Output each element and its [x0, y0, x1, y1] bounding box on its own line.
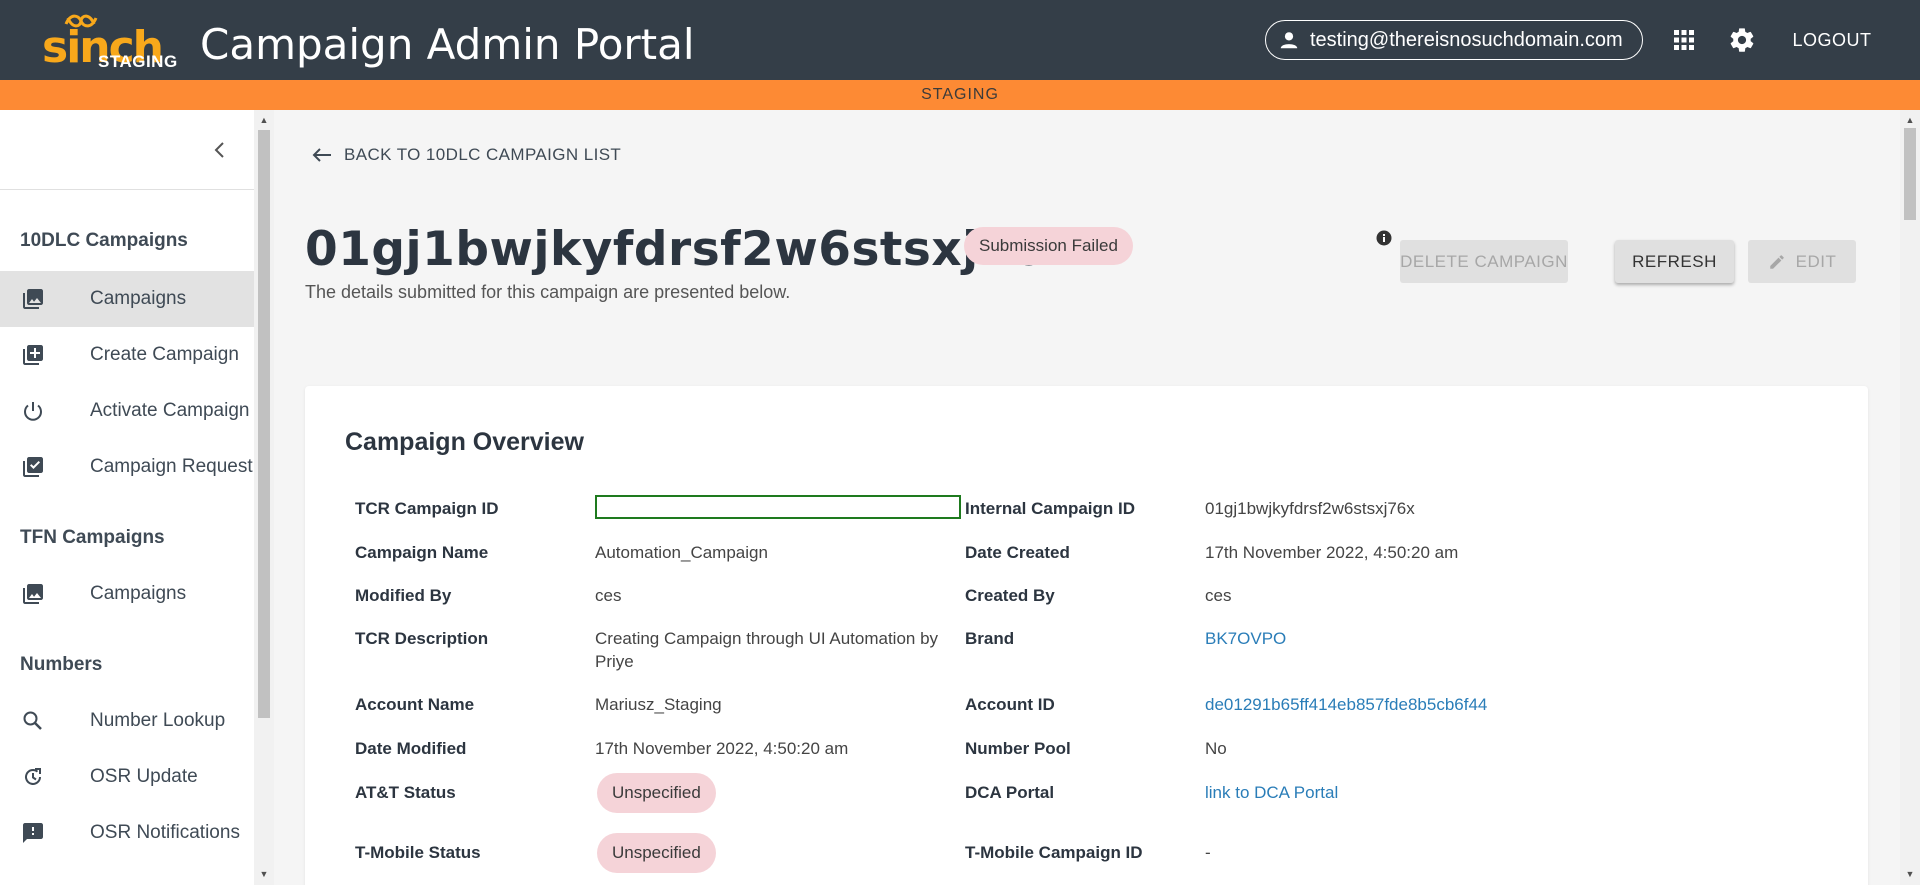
field-label-number-pool: Number Pool: [965, 739, 1071, 758]
sidebar-item-10dlc-campaigns[interactable]: Campaigns: [0, 271, 254, 327]
user-account-chip[interactable]: testing@thereisnosuchdomain.com: [1265, 20, 1643, 60]
campaign-overview-card: Campaign Overview TCR Campaign ID Campai…: [305, 386, 1868, 885]
sidebar-item-label: Campaigns: [90, 583, 187, 604]
campaign-name-value: Automation_Campaign: [595, 543, 768, 562]
sidebar-item-label: Create Campaign: [90, 344, 239, 365]
feedback-icon: [20, 820, 46, 846]
att-status-badge: Unspecified: [597, 773, 716, 813]
section-tfn-campaigns: TFN Campaigns: [20, 527, 165, 548]
field-label-account-name: Account Name: [355, 695, 475, 714]
environment-banner: STAGING: [0, 80, 1920, 110]
photo-library-icon: [20, 286, 46, 312]
account-name-value: Mariusz_Staging: [595, 695, 722, 714]
section-numbers: Numbers: [20, 654, 103, 675]
number-pool-value: No: [1205, 739, 1227, 758]
sidebar-item-activate-campaign[interactable]: Activate Campaign: [0, 383, 254, 439]
pencil-icon: [1769, 254, 1784, 269]
person-icon: [1280, 32, 1298, 49]
edit-button-label: EDIT: [1795, 251, 1837, 271]
sidebar-item-campaign-request[interactable]: Campaign Request: [0, 439, 254, 495]
field-label-internal-campaign-id: Internal Campaign ID: [965, 499, 1136, 518]
logout-button[interactable]: LOGOUT: [1774, 20, 1890, 60]
field-label-tcr-campaign-id: TCR Campaign ID: [355, 499, 499, 518]
field-label-modified-by: Modified By: [355, 586, 452, 605]
field-label-created-by: Created By: [965, 586, 1055, 605]
sidebar-item-number-lookup[interactable]: Number Lookup: [0, 693, 254, 749]
photo-library-icon: [20, 581, 46, 607]
library-check-icon: [20, 454, 46, 480]
logo-env-label: STAGING: [98, 52, 178, 71]
sinch-logo[interactable]: sinch STAGING: [42, 10, 182, 74]
sidebar-scrollbar[interactable]: ▲ ▼: [254, 110, 274, 885]
sidebar-item-tfn-campaigns[interactable]: Campaigns: [0, 566, 254, 622]
sidebar-item-label: OSR Notifications: [90, 822, 240, 843]
tcr-description-value: Creating Campaign through UI Automation …: [595, 629, 939, 671]
field-label-att-status: AT&T Status: [355, 783, 456, 802]
user-email: testing@thereisnosuchdomain.com: [1310, 28, 1623, 51]
account-id-link[interactable]: de01291b65ff414eb857fde8b5cb6f44: [1205, 695, 1487, 715]
created-by-value: ces: [1205, 586, 1232, 605]
arrow-back-icon: [312, 148, 331, 162]
app-header: sinch STAGING Campaign Admin Portal test…: [0, 0, 1920, 80]
sidebar-item-osr-notifications[interactable]: OSR Notifications: [0, 805, 254, 861]
page-subtitle: The details submitted for this campaign …: [305, 282, 791, 302]
brand-link[interactable]: BK7OVPO: [1205, 629, 1286, 649]
main-content: BACK TO 10DLC CAMPAIGN LIST 01gj1bwjkyfd…: [274, 110, 1900, 885]
date-modified-value: 17th November 2022, 4:50:20 am: [595, 739, 849, 758]
sidebar-item-label: OSR Update: [90, 766, 198, 787]
sidebar-item-label: Number Lookup: [90, 710, 226, 731]
sidebar-item-osr-update[interactable]: OSR Update: [0, 749, 254, 805]
back-link-label: BACK TO 10DLC CAMPAIGN LIST: [344, 145, 622, 164]
scroll-down-arrow-icon[interactable]: ▼: [1904, 868, 1916, 880]
search-icon: [20, 708, 46, 734]
delete-campaign-button[interactable]: DELETE CAMPAIGN: [1400, 240, 1568, 283]
collapse-sidebar-button[interactable]: [205, 135, 235, 165]
dca-portal-link[interactable]: link to DCA Portal: [1205, 783, 1338, 803]
edit-button[interactable]: EDIT: [1748, 240, 1856, 283]
field-label-tmobile-campaign-id: T-Mobile Campaign ID: [965, 843, 1143, 862]
field-label-tcr-description: TCR Description: [355, 629, 489, 648]
field-label-dca-portal: DCA Portal: [965, 783, 1055, 802]
main-scrollbar[interactable]: ▲ ▼: [1900, 110, 1920, 885]
library-add-icon: [20, 342, 46, 368]
settings-gear-icon[interactable]: [1726, 24, 1758, 56]
back-to-campaign-list-link[interactable]: BACK TO 10DLC CAMPAIGN LIST: [312, 145, 621, 165]
apps-grid-icon[interactable]: [1668, 24, 1700, 56]
sidebar-item-create-campaign[interactable]: Create Campaign: [0, 327, 254, 383]
card-title: Campaign Overview: [345, 428, 584, 456]
app-title: Campaign Admin Portal: [200, 20, 695, 69]
field-label-brand: Brand: [965, 629, 1015, 648]
scroll-down-arrow-icon[interactable]: ▼: [258, 868, 270, 880]
internal-campaign-id-value: 01gj1bwjkyfdrsf2w6stsxj76x: [1205, 499, 1415, 518]
sidebar-scroll-thumb[interactable]: [258, 130, 270, 718]
sidebar-item-label: Campaigns: [90, 288, 187, 309]
field-label-campaign-name: Campaign Name: [355, 543, 489, 562]
chevron-left-icon: [214, 142, 224, 158]
field-label-account-id: Account ID: [965, 695, 1055, 714]
power-icon: [20, 398, 46, 424]
scroll-up-arrow-icon[interactable]: ▲: [1904, 114, 1916, 126]
field-label-tmobile-status: T-Mobile Status: [355, 843, 481, 862]
field-label-date-modified: Date Modified: [355, 739, 467, 758]
info-icon[interactable]: [1376, 230, 1392, 246]
refresh-button[interactable]: REFRESH: [1615, 240, 1734, 283]
sidebar-item-label: Activate Campaign: [90, 400, 250, 421]
tmobile-status-badge: Unspecified: [597, 833, 716, 873]
field-label-date-created: Date Created: [965, 543, 1070, 562]
tmobile-campaign-id-value: -: [1205, 843, 1211, 862]
main-scroll-thumb[interactable]: [1904, 128, 1916, 220]
sidebar: 10DLC Campaigns Campaigns Create Campaig…: [0, 110, 254, 885]
sidebar-collapse-area: [0, 110, 254, 190]
scroll-up-arrow-icon[interactable]: ▲: [258, 114, 270, 126]
update-icon: [20, 764, 46, 790]
modified-by-value: ces: [595, 586, 622, 605]
sidebar-item-label: Campaign Request: [90, 456, 253, 477]
page-title: 01gj1bwjkyfdrsf2w6stsxj76x: [305, 222, 1077, 277]
date-created-value: 17th November 2022, 4:50:20 am: [1205, 543, 1459, 562]
tcr-campaign-id-value: [595, 495, 961, 519]
status-badge: Submission Failed: [964, 227, 1133, 265]
section-10dlc-campaigns: 10DLC Campaigns: [20, 230, 188, 251]
